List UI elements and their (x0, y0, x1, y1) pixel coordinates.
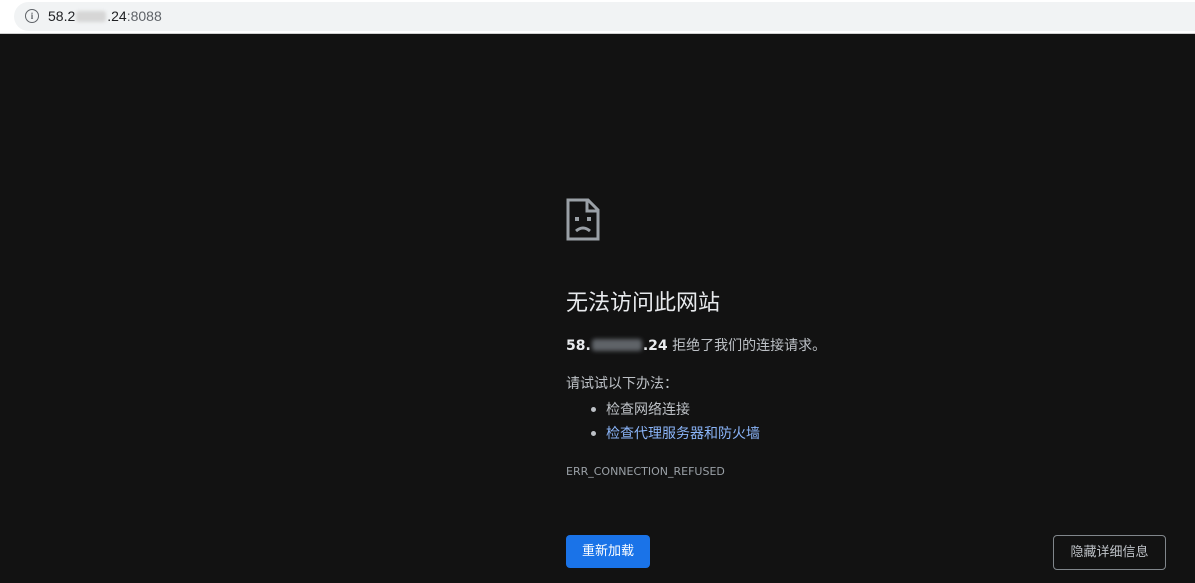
hide-details-button[interactable]: 隐藏详细信息 (1053, 535, 1166, 570)
omnibox[interactable]: i 58.2 .24:8088 (14, 2, 1195, 31)
url-port: :8088 (126, 8, 162, 24)
address-bar: i 58.2 .24:8088 (0, 0, 1195, 34)
host-redacted-segment (591, 339, 642, 351)
suggestion-text: 检查网络连接 (606, 402, 690, 418)
host-suffix: .24 (642, 338, 668, 354)
host-prefix: 58. (566, 338, 591, 354)
url-redacted-segment (76, 11, 107, 22)
error-heading: 无法访问此网站 (566, 291, 721, 316)
sad-page-icon (566, 198, 600, 241)
error-code: ERR_CONNECTION_REFUSED (566, 465, 725, 478)
reload-button[interactable]: 重新加载 (566, 535, 650, 568)
url-prefix: 58.2 (48, 8, 76, 24)
bullet (591, 431, 596, 436)
suggestions-list: 检查网络连接 检查代理服务器和防火墙 (566, 398, 760, 446)
info-icon[interactable]: i (25, 9, 39, 23)
check-proxy-firewall-link[interactable]: 检查代理服务器和防火墙 (606, 426, 760, 442)
refused-text: 拒绝了我们的连接请求。 (667, 338, 827, 354)
suggestions-label: 请试试以下办法： (566, 376, 678, 392)
url-text[interactable]: 58.2 .24:8088 (48, 7, 162, 25)
host-address: 58. .24 (566, 338, 668, 354)
error-summary: 58. .24 拒绝了我们的连接请求。 (566, 336, 826, 356)
suggestion-check-proxy: 检查代理服务器和防火墙 (566, 422, 760, 446)
suggestion-check-network: 检查网络连接 (566, 398, 760, 422)
bullet (591, 407, 596, 412)
url-suffix: .24 (107, 8, 127, 24)
